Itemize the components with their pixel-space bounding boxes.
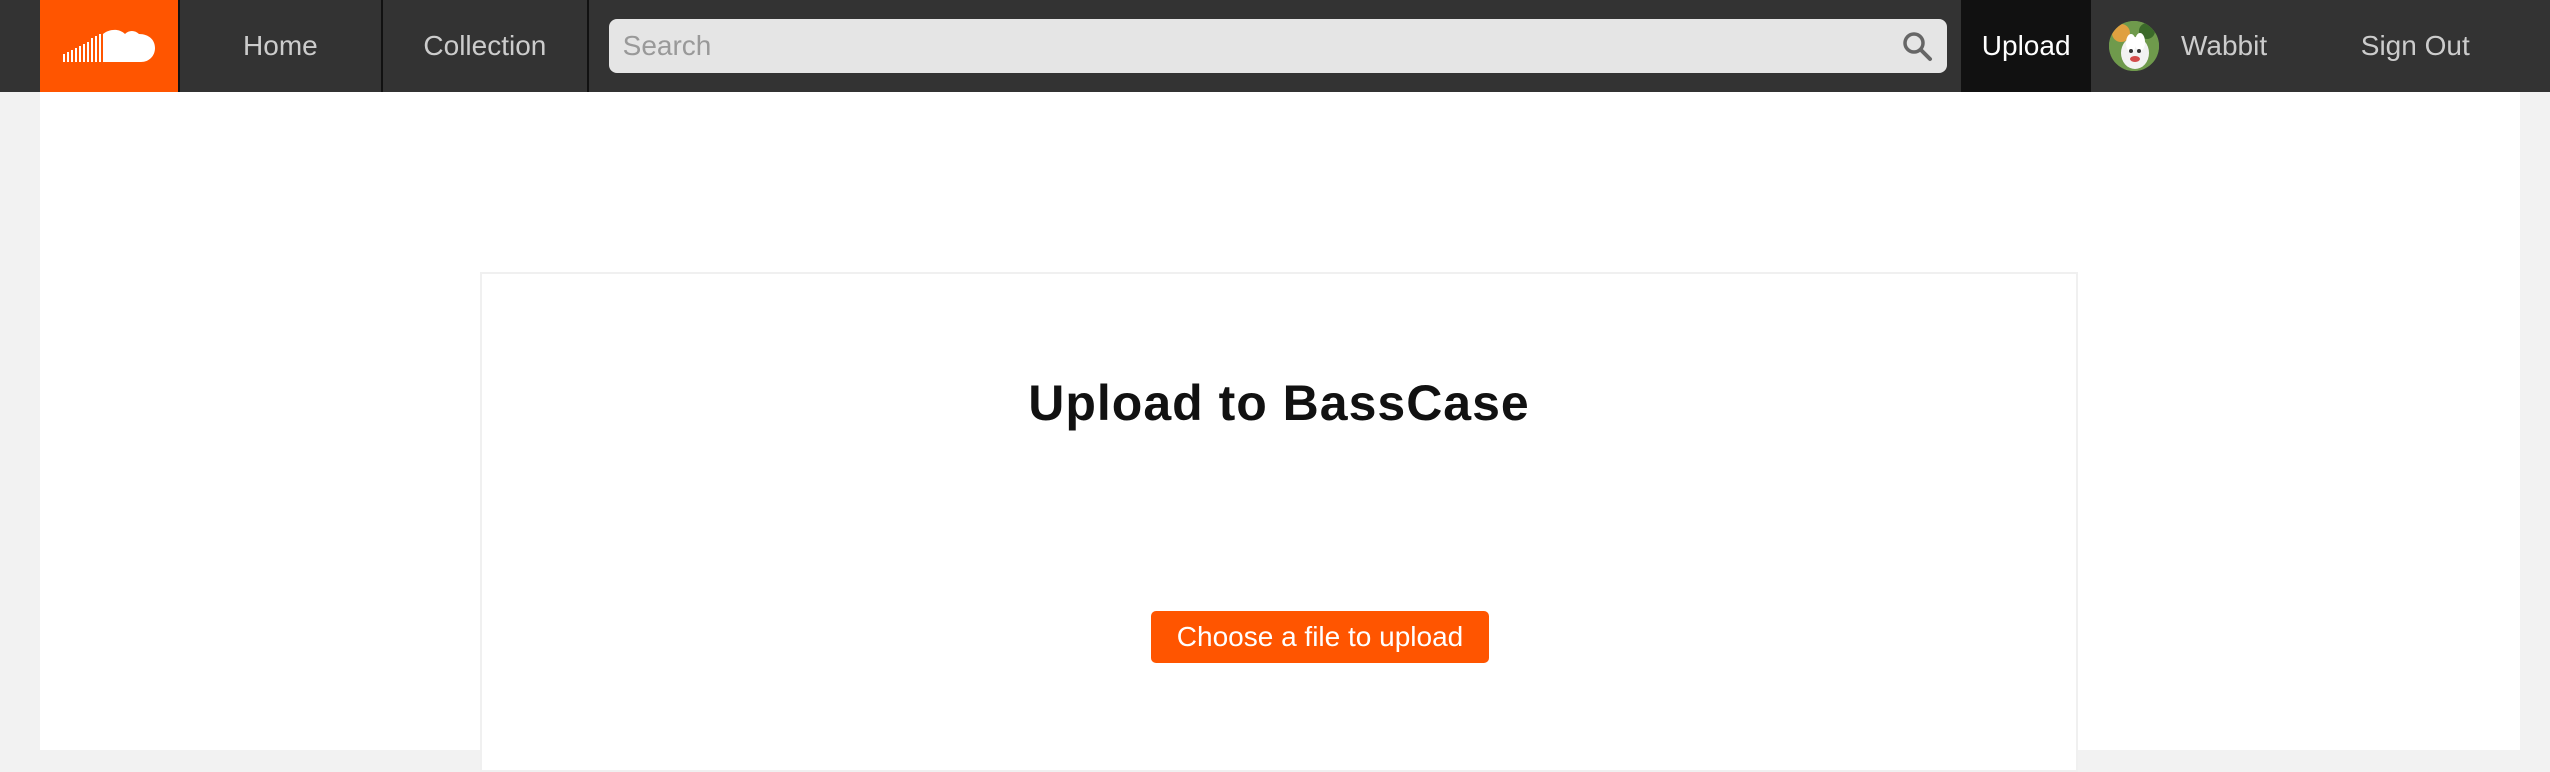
main-content: Upload to BassCase Choose a file to uplo…: [40, 92, 2520, 772]
user-avatar-image: [2109, 21, 2160, 71]
nav-home-tab[interactable]: Home: [177, 0, 384, 92]
soundcloud-cloud-icon: [62, 29, 155, 62]
nav-collection-tab[interactable]: Collection: [383, 0, 589, 92]
page-title: Upload to BassCase: [1028, 375, 1530, 431]
search-input[interactable]: [608, 19, 1879, 73]
logo-button[interactable]: [40, 0, 178, 92]
search-box: [608, 19, 1947, 73]
user-name: Wabbit: [2181, 30, 2268, 61]
search-container: [589, 0, 1962, 92]
avatar: [2109, 21, 2160, 71]
top-navigation-bar: Home Collection Upload: [0, 0, 2550, 92]
search-icon: [1902, 32, 1932, 61]
user-menu[interactable]: Wabbit: [2091, 0, 2311, 92]
nav-upload-tab[interactable]: Upload: [1961, 0, 2092, 92]
nav-container: Home Collection Upload: [40, 0, 2520, 92]
search-button[interactable]: [1899, 28, 1935, 64]
choose-file-button[interactable]: Choose a file to upload: [1151, 611, 1489, 663]
upload-card: Upload to BassCase Choose a file to uplo…: [480, 272, 2078, 772]
sign-out-link[interactable]: Sign Out: [2311, 0, 2520, 92]
